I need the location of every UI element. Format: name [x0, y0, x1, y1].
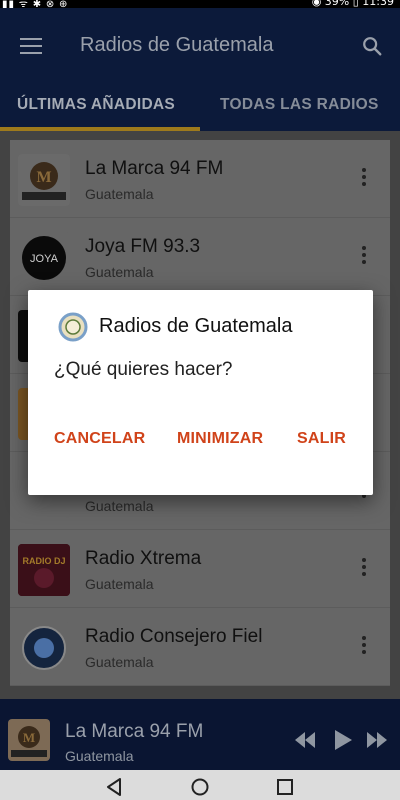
dialog-message: ¿Qué quieres hacer? [54, 359, 233, 380]
home-icon[interactable] [191, 778, 209, 796]
station-country: Guatemala [85, 498, 154, 514]
tab-all-radios[interactable]: TODAS LAS RADIOS [220, 96, 379, 114]
station-logo [18, 622, 70, 674]
exit-dialog: Radios de Guatemala ¿Qué quieres hacer? … [28, 290, 373, 495]
search-icon[interactable] [361, 35, 383, 57]
station-card[interactable]: Radio Consejero Fiel Guatemala [10, 608, 390, 686]
station-logo: JOYA [18, 232, 70, 284]
station-country: Guatemala [85, 576, 154, 592]
svg-text:M: M [23, 730, 35, 745]
fast-forward-icon[interactable] [366, 731, 388, 749]
station-card[interactable]: JOYA Joya FM 93.3 Guatemala [10, 218, 390, 296]
station-logo: M [18, 154, 70, 206]
cancel-button[interactable]: CANCELAR [54, 430, 145, 448]
more-options-icon[interactable] [360, 558, 368, 578]
station-name: Radio Xtrema [85, 548, 202, 569]
station-name: Joya FM 93.3 [85, 236, 201, 257]
play-icon[interactable] [333, 729, 353, 751]
more-options-icon[interactable] [360, 246, 368, 266]
station-country: Guatemala [85, 186, 154, 202]
minimize-button[interactable]: MINIMIZAR [177, 430, 263, 448]
status-icons-left: ▮▮ ᯤ ✱ ⊗ ⊕ [2, 0, 69, 8]
station-country: Guatemala [85, 654, 154, 670]
more-options-icon[interactable] [360, 168, 368, 188]
mini-player[interactable]: M La Marca 94 FM Guatemala [0, 699, 400, 770]
svg-text:JOYA: JOYA [30, 253, 59, 265]
menu-icon[interactable] [20, 38, 42, 54]
app-icon [58, 312, 88, 342]
station-logo: RADIO DJ [18, 544, 70, 596]
station-card[interactable]: RADIO DJ Radio Xtrema Guatemala [10, 530, 390, 608]
player-station-country: Guatemala [65, 748, 134, 764]
svg-text:RADIO DJ: RADIO DJ [22, 556, 65, 566]
dialog-title: Radios de Guatemala [99, 315, 293, 337]
system-nav-bar [0, 770, 400, 800]
exit-button[interactable]: SALIR [297, 430, 346, 448]
tab-latest[interactable]: ÚLTIMAS AÑADIDAS [17, 96, 175, 114]
station-name: La Marca 94 FM [85, 158, 224, 179]
more-options-icon[interactable] [360, 636, 368, 656]
station-card[interactable]: M La Marca 94 FM Guatemala [10, 140, 390, 218]
status-bar: ▮▮ ᯤ ✱ ⊗ ⊕ ◉ 39% ▯ 11:39 [0, 0, 400, 8]
back-icon[interactable] [105, 778, 123, 796]
player-station-name: La Marca 94 FM [65, 721, 204, 742]
station-country: Guatemala [85, 264, 154, 280]
station-name: Radio Consejero Fiel [85, 626, 263, 647]
recents-icon[interactable] [276, 778, 294, 796]
app-bar: Radios de Guatemala [0, 8, 400, 86]
status-icons-right: ◉ 39% ▯ 11:39 [311, 0, 394, 8]
app-title: Radios de Guatemala [80, 34, 274, 56]
rewind-icon[interactable] [294, 731, 316, 749]
tab-bar: ÚLTIMAS AÑADIDAS TODAS LAS RADIOS [0, 86, 400, 131]
svg-text:M: M [36, 169, 51, 186]
player-station-logo: M [8, 719, 50, 761]
